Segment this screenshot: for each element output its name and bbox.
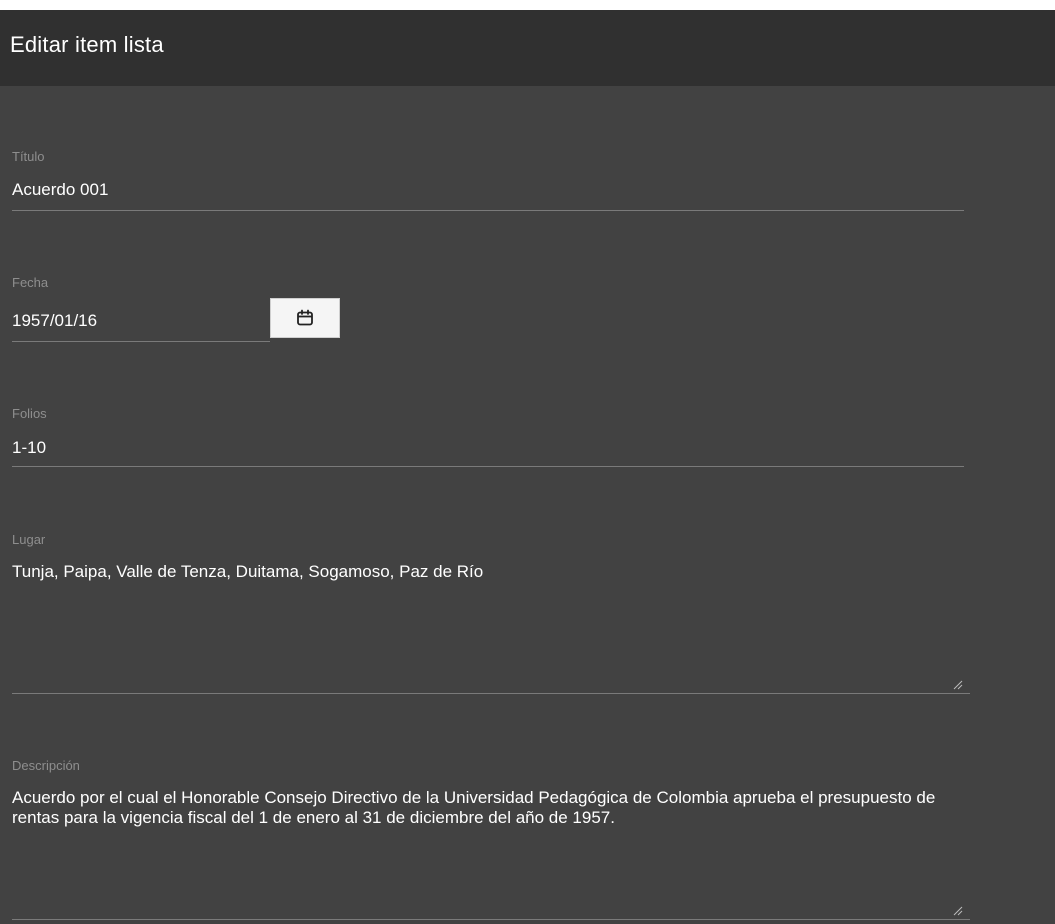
descripcion-label: Descripción [12, 758, 80, 773]
titulo-input[interactable] [12, 178, 964, 211]
calendar-icon [297, 309, 313, 326]
descripcion-resize-handle[interactable] [951, 904, 963, 916]
lugar-textarea[interactable]: Tunja, Paipa, Valle de Tenza, Duitama, S… [12, 562, 970, 694]
fecha-label: Fecha [12, 275, 49, 290]
lugar-label: Lugar [12, 532, 46, 547]
edit-item-dialog: Editar item lista Título Fecha Folios Lu… [0, 10, 1055, 924]
lugar-resize-handle[interactable] [951, 678, 963, 690]
dialog-title: Editar item lista [10, 32, 164, 57]
titulo-label: Título [12, 149, 45, 164]
calendar-button[interactable] [270, 298, 340, 338]
folios-input[interactable] [12, 437, 964, 467]
descripcion-textarea[interactable]: Acuerdo por el cual el Honorable Consejo… [12, 788, 970, 920]
fecha-input[interactable] [12, 308, 270, 342]
dialog-header: Editar item lista [0, 10, 1055, 86]
folios-label: Folios [12, 406, 47, 421]
